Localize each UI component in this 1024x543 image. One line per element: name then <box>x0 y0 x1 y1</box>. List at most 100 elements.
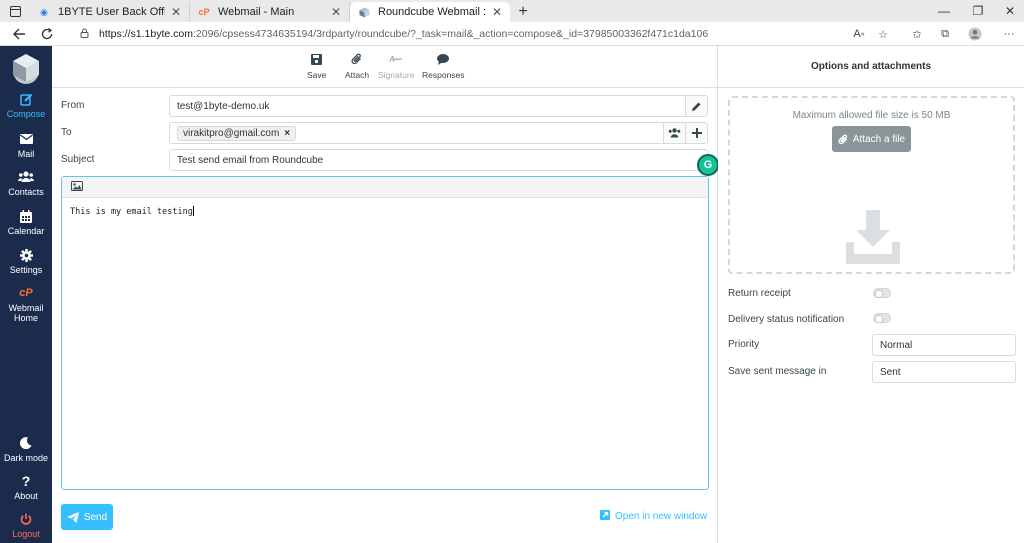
sidebar-item-label: Compose <box>6 109 46 119</box>
tab-title: 1BYTE User Back Office <box>58 6 165 18</box>
open-in-new-window-link[interactable]: Open in new window <box>600 510 707 523</box>
signature-button[interactable]: Signature <box>378 52 414 80</box>
editor-toolbar <box>62 177 708 198</box>
priority-select[interactable]: Normal <box>872 334 1016 356</box>
gear-icon <box>19 248 33 262</box>
sidebar-item-label: Calendar <box>7 226 45 236</box>
to-field[interactable]: virakitpro@gmail.com × <box>169 122 708 144</box>
address-book-button[interactable] <box>663 123 685 143</box>
attach-label: Attach <box>345 70 370 80</box>
sidebar-item-about[interactable]: ? About <box>0 474 52 510</box>
compose-panel: Save Attach Signature Responses From tes… <box>52 46 719 543</box>
options-panel: Options and attachments Maximum allowed … <box>718 46 1024 543</box>
browser-tab-1byte[interactable]: ◉ 1BYTE User Back Office ✕ <box>30 2 190 22</box>
floppy-icon <box>311 52 323 66</box>
window-close-icon[interactable]: ✕ <box>994 0 1024 22</box>
comment-icon <box>437 52 450 66</box>
paperclip-icon <box>351 52 363 66</box>
browser-tab-webmail[interactable]: cP Webmail - Main ✕ <box>190 2 350 22</box>
pencil-icon <box>692 102 701 111</box>
new-tab-button[interactable]: + <box>510 2 536 22</box>
roundcube-icon <box>358 6 370 18</box>
browser-address-bar: https://s1.1byte.com:2096/cpsess47346351… <box>0 22 1024 46</box>
plus-icon <box>691 128 702 138</box>
compose-toolbar: Save Attach Signature Responses <box>52 46 718 88</box>
browser-tab-strip: ◉ 1BYTE User Back Office ✕ cP Webmail - … <box>0 0 1024 22</box>
message-editor[interactable]: This is my email testing <box>61 176 709 490</box>
browser-tab-roundcube[interactable]: Roundcube Webmail :: Compose ✕ <box>350 2 510 22</box>
roundcube-logo[interactable] <box>9 51 43 85</box>
cpanel-icon: cP <box>198 7 210 17</box>
responses-button[interactable]: Responses <box>422 52 465 80</box>
favorite-star-icon[interactable]: ☆ <box>873 25 893 43</box>
attach-file-button[interactable]: Attach a file <box>832 126 911 152</box>
recipient-chip[interactable]: virakitpro@gmail.com × <box>177 125 297 141</box>
reload-icon[interactable] <box>34 22 60 46</box>
add-header-button[interactable] <box>685 123 707 143</box>
sidebar-item-calendar[interactable]: Calendar <box>0 209 52 245</box>
moon-icon <box>20 436 32 450</box>
subject-value: Test send email from Roundcube <box>177 154 324 166</box>
read-aloud-icon[interactable]: A» <box>849 25 869 43</box>
power-icon <box>20 512 32 526</box>
delivery-status-toggle[interactable] <box>873 313 891 323</box>
sidebar-item-label: About <box>14 491 38 501</box>
users-icon <box>668 128 681 138</box>
options-header: Options and attachments <box>718 46 1024 88</box>
subject-field[interactable]: Test send email from Roundcube <box>169 149 708 171</box>
save-label: Save <box>307 70 327 80</box>
cpanel-icon: cP <box>19 287 33 299</box>
sidebar-item-mail[interactable]: Mail <box>0 132 52 168</box>
grammarly-icon[interactable]: G <box>697 154 719 176</box>
text-caret <box>192 206 194 216</box>
close-icon[interactable]: ✕ <box>331 5 341 19</box>
save-sent-label: Save sent message in <box>728 366 827 377</box>
paper-plane-icon <box>66 511 79 523</box>
subject-label: Subject <box>61 154 95 165</box>
profile-avatar-icon[interactable] <box>965 25 985 43</box>
restore-icon[interactable]: ❐ <box>962 0 994 22</box>
favorites-icon[interactable]: ✩ <box>907 25 927 43</box>
attach-file-label: Attach a file <box>852 133 906 145</box>
external-link-icon <box>600 510 610 523</box>
close-icon[interactable]: ✕ <box>171 5 181 19</box>
responses-label: Responses <box>422 70 465 80</box>
from-value: test@1byte-demo.uk <box>177 100 270 112</box>
send-button[interactable]: Send <box>61 504 113 530</box>
image-icon[interactable] <box>71 180 83 194</box>
sidebar-item-label: Dark mode <box>3 453 48 463</box>
sidebar-item-contacts[interactable]: Contacts <box>0 170 52 206</box>
save-button[interactable]: Save <box>307 52 326 80</box>
from-field[interactable]: test@1byte-demo.uk <box>169 95 708 117</box>
sidebar-item-logout[interactable]: Logout <box>0 512 52 543</box>
attachment-dropzone[interactable]: Maximum allowed file size is 50 MB Attac… <box>728 96 1015 274</box>
remove-recipient-icon[interactable]: × <box>284 128 290 139</box>
envelope-icon <box>19 132 33 146</box>
tab-actions-icon[interactable] <box>0 0 30 22</box>
question-icon: ? <box>21 473 31 489</box>
back-arrow-icon[interactable] <box>6 22 32 46</box>
message-body[interactable]: This is my email testing <box>62 198 708 225</box>
sidebar-item-dark-mode[interactable]: Dark mode <box>0 436 52 472</box>
sidebar-item-webmail-home[interactable]: cP Webmail Home <box>0 286 52 326</box>
attach-button[interactable]: Attach <box>345 52 369 80</box>
url-path: :2096/cpsess4734635194/3rdparty/roundcub… <box>192 28 709 40</box>
sidebar-item-label: Webmail Home <box>8 303 44 323</box>
sidebar-item-compose[interactable]: Compose <box>0 92 52 128</box>
paperclip-icon <box>838 134 848 144</box>
download-tray-icon <box>844 210 902 267</box>
minimize-icon[interactable]: — <box>928 0 960 22</box>
return-receipt-toggle[interactable] <box>873 288 891 298</box>
more-menu-icon[interactable]: ··· <box>999 25 1019 43</box>
url-field[interactable]: https://s1.1byte.com:2096/cpsess47346351… <box>70 25 834 43</box>
sidebar: Compose Mail Contacts Calendar Settings <box>0 46 52 543</box>
tab-title: Webmail - Main <box>218 6 295 18</box>
collections-icon[interactable]: ⧉ <box>935 25 955 43</box>
close-icon[interactable]: ✕ <box>492 5 502 19</box>
sidebar-item-settings[interactable]: Settings <box>0 248 52 284</box>
roundcube-app: Compose Mail Contacts Calendar Settings <box>0 46 1024 543</box>
edit-identity-button[interactable] <box>685 96 707 116</box>
sidebar-item-label: Contacts <box>8 187 44 197</box>
save-sent-value: Sent <box>880 366 901 378</box>
save-sent-select[interactable]: Sent <box>872 361 1016 383</box>
